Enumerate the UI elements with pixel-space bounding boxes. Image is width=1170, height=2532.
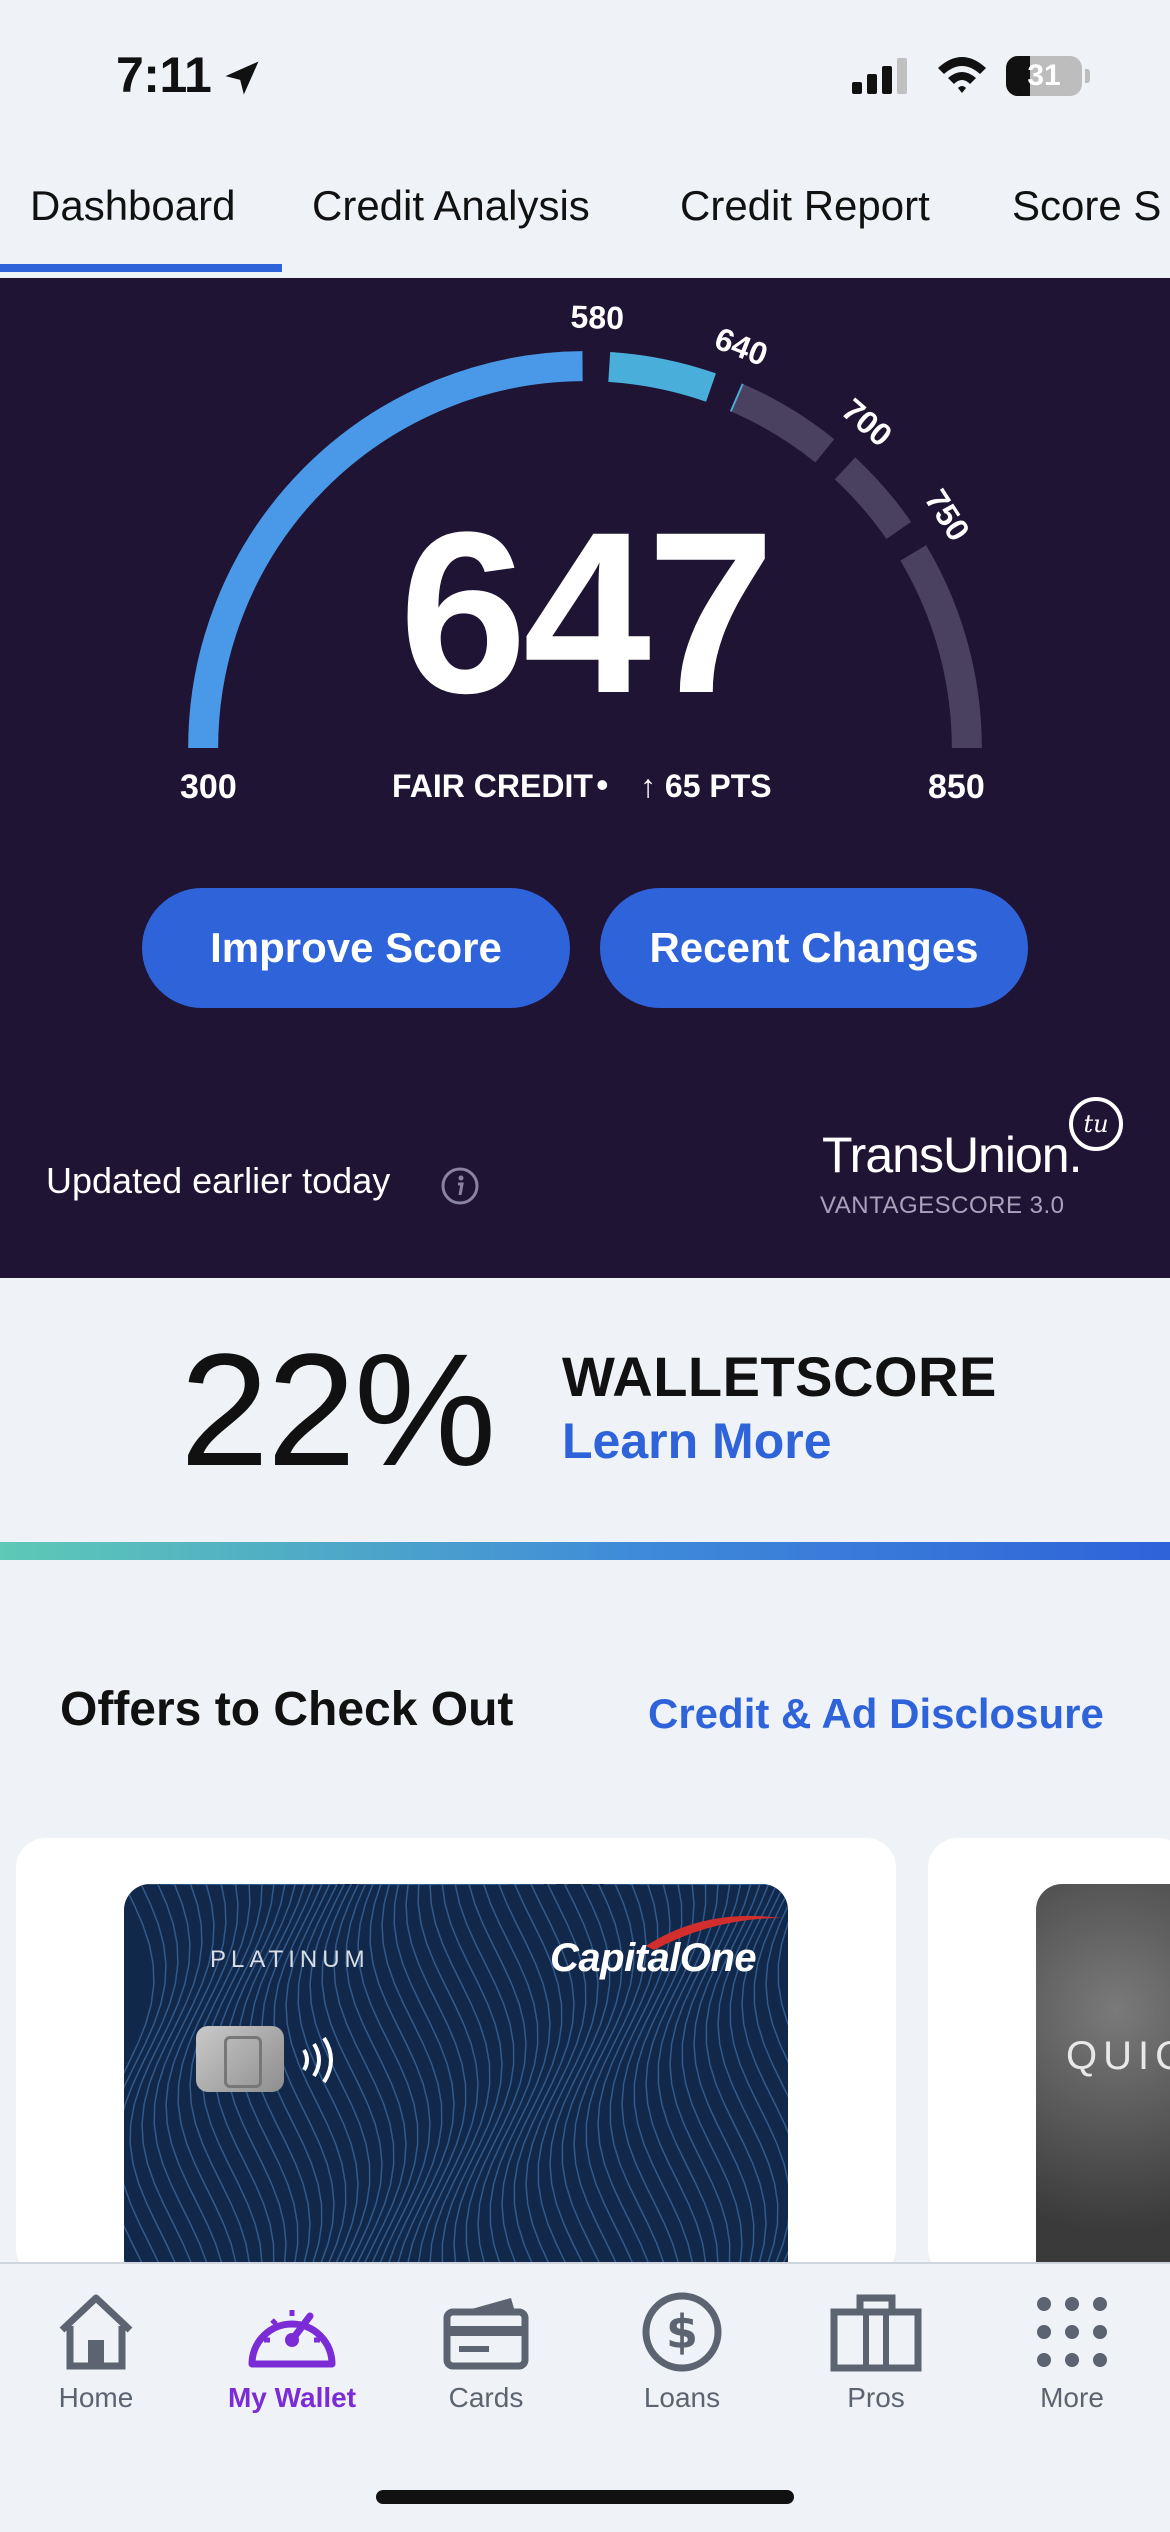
nav-loans[interactable]: $ Loans: [602, 2290, 762, 2450]
score-rating: FAIR CREDIT: [392, 768, 593, 804]
status-time: 7:11: [116, 47, 212, 103]
location-arrow-icon: [220, 56, 264, 105]
capital-one-card-image: PLATINUM CapitalOne: [124, 1884, 788, 2278]
wifi-icon: [936, 54, 988, 99]
transunion-logo-icon: tu: [1066, 1094, 1126, 1159]
contactless-icon: [296, 2030, 346, 2095]
home-icon: [59, 2294, 133, 2370]
credit-card-icon: [443, 2298, 529, 2370]
nav-more[interactable]: More: [992, 2290, 1152, 2450]
nav-label: Pros: [847, 2382, 905, 2413]
grid-dots-icon: [1037, 2297, 1107, 2367]
speedometer-icon: [248, 2310, 336, 2368]
home-indicator: [376, 2490, 794, 2504]
tab-dashboard[interactable]: Dashboard: [30, 182, 235, 230]
updated-status: Updated earlier today: [46, 1160, 391, 1201]
score-change: ↑ 65 PTS: [640, 768, 772, 804]
tab-credit-analysis[interactable]: Credit Analysis: [312, 182, 590, 230]
transunion-logo-text: TransUnion.: [822, 1127, 1082, 1183]
gauge-segment: [608, 351, 716, 402]
card-brand: QUIC: [1066, 2034, 1170, 2078]
nav-label: Cards: [448, 2382, 524, 2413]
info-icon[interactable]: [440, 1166, 480, 1211]
transunion-logo-glyph: tu: [1083, 1110, 1108, 1138]
dollar-circle-icon: $: [642, 2292, 722, 2372]
nav-label: My Wallet: [227, 2382, 357, 2413]
status-bar: 7:11 31: [0, 0, 1170, 150]
gauge-segment: [729, 383, 835, 463]
nav-label: More: [1040, 2382, 1104, 2413]
credit-ad-disclosure-link[interactable]: Credit & Ad Disclosure: [648, 1690, 1104, 1738]
offer-card[interactable]: PLATINUM CapitalOne: [16, 1838, 896, 2278]
card-chip-icon: [196, 2026, 284, 2092]
card-tier: PLATINUM: [210, 1946, 370, 1973]
improve-score-button[interactable]: Improve Score: [142, 888, 570, 1008]
gauge-score-fill: [729, 383, 744, 412]
card-brand: CapitalOne: [550, 1936, 757, 1980]
offers-title: Offers to Check Out: [60, 1683, 514, 1736]
gauge-marker-label: 700: [835, 391, 899, 453]
walletscore-progress-bar: [0, 1542, 1170, 1560]
tab-score-simulator[interactable]: Score S: [1012, 182, 1161, 230]
tab-credit-report[interactable]: Credit Report: [680, 182, 930, 230]
learn-more-link[interactable]: Learn More: [562, 1412, 832, 1470]
credit-score-value: 647: [399, 484, 775, 741]
credit-score-panel: 580 640 700 750 647 300 850 FAIR CREDIT • ↑…: [0, 278, 1170, 1278]
offer-card[interactable]: QUIC: [928, 1838, 1170, 2278]
battery-level: 31: [1027, 59, 1061, 92]
gauge-max-label: 850: [928, 768, 985, 806]
signal-icon: [852, 58, 912, 99]
quicksilver-card-image: QUIC: [1036, 1884, 1170, 2278]
walletscore-title: WALLETSCORE: [562, 1345, 997, 1408]
gauge-marker-label: 580: [570, 299, 624, 337]
briefcase-icon: [830, 2294, 922, 2372]
recent-changes-button[interactable]: Recent Changes: [600, 888, 1028, 1008]
svg-text:$: $: [666, 2305, 698, 2359]
walletscore-percent: 22%: [180, 1320, 496, 1499]
active-tab-indicator: [0, 264, 282, 272]
nav-my-wallet[interactable]: My Wallet: [212, 2290, 372, 2450]
nav-label: Loans: [643, 2382, 721, 2413]
nav-pros[interactable]: Pros: [796, 2290, 956, 2450]
nav-label: Home: [58, 2382, 134, 2413]
score-separator: •: [596, 764, 609, 805]
gauge-marker-label: 640: [710, 320, 773, 373]
score-model: VANTAGESCORE 3.0: [820, 1192, 1065, 1219]
nav-cards[interactable]: Cards: [406, 2290, 566, 2450]
nav-home[interactable]: Home: [16, 2290, 176, 2450]
gauge-min-label: 300: [180, 768, 237, 806]
top-tabs: Dashboard Credit Analysis Credit Report …: [0, 170, 1170, 278]
battery-icon: 31: [1006, 56, 1090, 96]
walletscore-section: 22% WALLETSCORE Learn More: [0, 1278, 1170, 1542]
